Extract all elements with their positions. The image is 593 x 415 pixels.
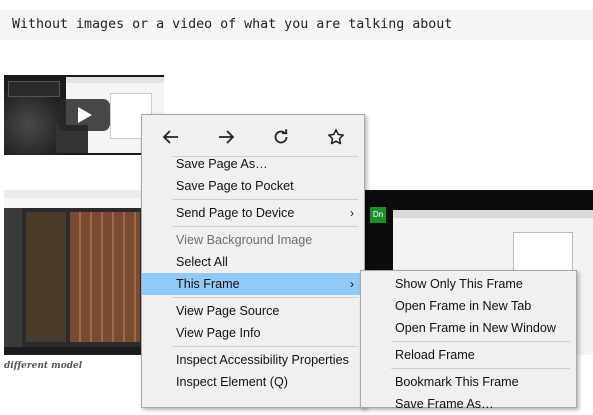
menu-item-view-background-image: View Background Image bbox=[142, 229, 364, 251]
submenu-item-reload-frame[interactable]: Reload Frame bbox=[361, 344, 576, 366]
play-button-icon[interactable] bbox=[58, 99, 110, 131]
menu-item-label: Select All bbox=[176, 255, 228, 269]
menu-item-select-all[interactable]: Select All bbox=[142, 251, 364, 273]
submenu-item-open-frame-new-tab[interactable]: Open Frame in New Tab bbox=[361, 295, 576, 317]
menu-item-view-page-source[interactable]: View Page Source bbox=[142, 300, 364, 322]
quoted-text: Without images or a video of what you ar… bbox=[0, 10, 593, 40]
menu-separator bbox=[391, 341, 570, 342]
image-caption: different model bbox=[4, 361, 83, 371]
menu-item-view-page-info[interactable]: View Page Info bbox=[142, 322, 364, 344]
menu-item-label: Save Frame As… bbox=[395, 397, 494, 411]
menu-item-label: Save Page As… bbox=[176, 157, 268, 171]
menu-item-label: Show Only This Frame bbox=[395, 277, 523, 291]
menu-item-label: This Frame bbox=[176, 277, 240, 291]
submenu-item-open-frame-new-window[interactable]: Open Frame in New Window bbox=[361, 317, 576, 339]
submenu-arrow-icon: › bbox=[350, 206, 354, 220]
reload-icon[interactable] bbox=[266, 123, 296, 151]
screenshot-image-left bbox=[4, 190, 142, 355]
menu-separator bbox=[391, 368, 570, 369]
back-arrow-icon[interactable] bbox=[156, 123, 186, 151]
thumbnail-toolbar bbox=[8, 81, 60, 97]
menu-separator bbox=[172, 297, 358, 298]
submenu-item-save-frame-as[interactable]: Save Frame As… bbox=[361, 393, 576, 415]
menu-item-label: Inspect Accessibility Properties bbox=[176, 353, 349, 367]
menu-item-label: View Background Image bbox=[176, 233, 313, 247]
context-menu: Save Page As… Save Page to Pocket Send P… bbox=[141, 114, 365, 408]
menu-item-save-to-pocket[interactable]: Save Page to Pocket bbox=[142, 175, 364, 197]
menu-separator bbox=[172, 226, 358, 227]
menu-item-label: Open Frame in New Tab bbox=[395, 299, 532, 313]
submenu-item-bookmark-this-frame[interactable]: Bookmark This Frame bbox=[361, 371, 576, 393]
submenu-arrow-icon: › bbox=[350, 277, 354, 291]
menu-item-label: Save Page to Pocket bbox=[176, 179, 294, 193]
app-badge-icon: Dn bbox=[370, 207, 386, 223]
menu-item-label: Reload Frame bbox=[395, 348, 475, 362]
bookmark-star-icon[interactable] bbox=[321, 123, 351, 151]
menu-item-label: Open Frame in New Window bbox=[395, 321, 556, 335]
menu-item-label: View Page Source bbox=[176, 304, 280, 318]
this-frame-submenu: Show Only This Frame Open Frame in New T… bbox=[360, 270, 577, 411]
menu-item-inspect-element[interactable]: Inspect Element (Q) bbox=[142, 371, 364, 393]
menu-separator bbox=[172, 346, 358, 347]
menu-item-label: Inspect Element (Q) bbox=[176, 375, 288, 389]
menu-item-save-page-as[interactable]: Save Page As… bbox=[142, 153, 364, 175]
menu-separator bbox=[172, 199, 358, 200]
menu-item-label: Bookmark This Frame bbox=[395, 375, 519, 389]
menu-item-label: Send Page to Device bbox=[176, 206, 295, 220]
game-map-image bbox=[70, 212, 140, 342]
submenu-item-show-only-this-frame[interactable]: Show Only This Frame bbox=[361, 273, 576, 295]
menu-item-inspect-accessibility[interactable]: Inspect Accessibility Properties bbox=[142, 349, 364, 371]
context-menu-nav bbox=[142, 119, 364, 155]
forward-arrow-icon[interactable] bbox=[211, 123, 241, 151]
menu-item-label: View Page Info bbox=[176, 326, 261, 340]
menu-item-send-page-to-device[interactable]: Send Page to Device › bbox=[142, 202, 364, 224]
menu-item-this-frame[interactable]: This Frame › bbox=[142, 273, 364, 295]
